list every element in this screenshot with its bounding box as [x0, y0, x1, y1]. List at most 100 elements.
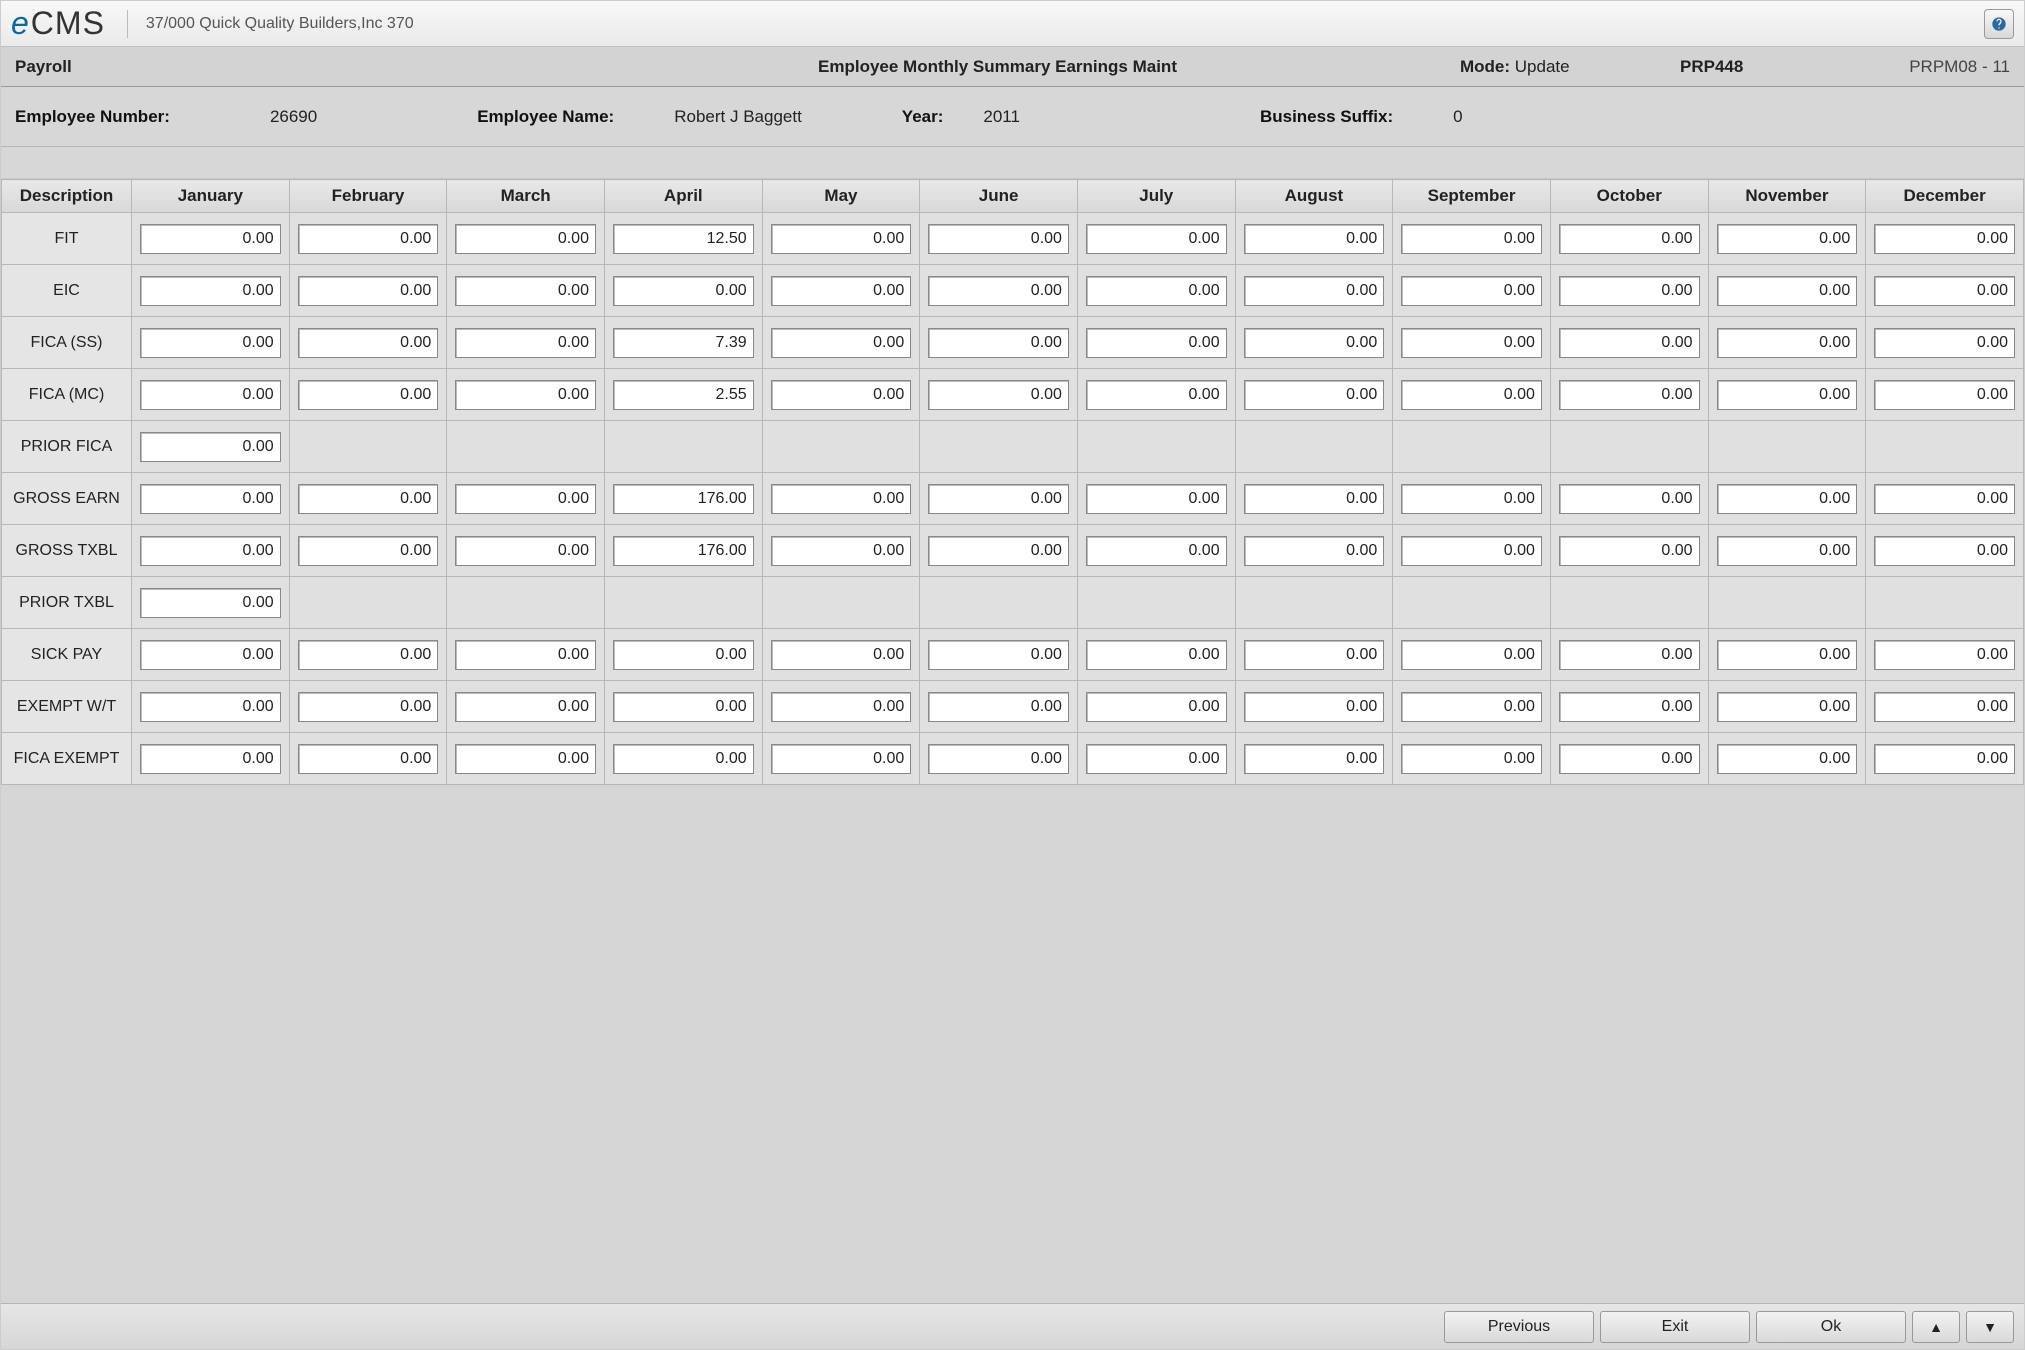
- amount-input[interactable]: [1401, 536, 1542, 566]
- amount-input[interactable]: [1559, 328, 1700, 358]
- amount-input[interactable]: [140, 744, 281, 774]
- amount-input[interactable]: [455, 484, 596, 514]
- scroll-up-button[interactable]: ▲: [1912, 1311, 1960, 1343]
- amount-input[interactable]: [1874, 744, 2015, 774]
- amount-input[interactable]: [613, 224, 754, 254]
- amount-input[interactable]: [455, 224, 596, 254]
- amount-input[interactable]: [928, 640, 1069, 670]
- amount-input[interactable]: [613, 744, 754, 774]
- amount-input[interactable]: [1717, 692, 1858, 722]
- amount-input[interactable]: [928, 484, 1069, 514]
- amount-input[interactable]: [1086, 536, 1227, 566]
- amount-input[interactable]: [771, 224, 912, 254]
- amount-input[interactable]: [1717, 640, 1858, 670]
- amount-input[interactable]: [1401, 328, 1542, 358]
- amount-input[interactable]: [1559, 276, 1700, 306]
- amount-input[interactable]: [1559, 484, 1700, 514]
- amount-input[interactable]: [1874, 692, 2015, 722]
- amount-input[interactable]: [771, 328, 912, 358]
- amount-input[interactable]: [771, 692, 912, 722]
- amount-input[interactable]: [1874, 328, 2015, 358]
- amount-input[interactable]: [298, 484, 439, 514]
- amount-input[interactable]: [1244, 484, 1385, 514]
- amount-input[interactable]: [1244, 640, 1385, 670]
- amount-input[interactable]: [298, 328, 439, 358]
- amount-input[interactable]: [1559, 692, 1700, 722]
- amount-input[interactable]: [1559, 536, 1700, 566]
- amount-input[interactable]: [771, 380, 912, 410]
- amount-input[interactable]: [1086, 224, 1227, 254]
- amount-input[interactable]: [1086, 484, 1227, 514]
- amount-input[interactable]: [1401, 744, 1542, 774]
- amount-input[interactable]: [455, 744, 596, 774]
- amount-input[interactable]: [1717, 484, 1858, 514]
- amount-input[interactable]: [1559, 380, 1700, 410]
- amount-input[interactable]: [771, 536, 912, 566]
- amount-input[interactable]: [1244, 380, 1385, 410]
- amount-input[interactable]: [1874, 224, 2015, 254]
- amount-input[interactable]: [1717, 328, 1858, 358]
- ok-button[interactable]: Ok: [1756, 1311, 1906, 1343]
- amount-input[interactable]: [1401, 640, 1542, 670]
- amount-input[interactable]: [1244, 328, 1385, 358]
- amount-input[interactable]: [1874, 640, 2015, 670]
- amount-input[interactable]: [1086, 692, 1227, 722]
- amount-input[interactable]: [1717, 536, 1858, 566]
- amount-input[interactable]: [928, 328, 1069, 358]
- amount-input[interactable]: [613, 640, 754, 670]
- amount-input[interactable]: [928, 536, 1069, 566]
- amount-input[interactable]: [140, 588, 281, 618]
- amount-input[interactable]: [1086, 328, 1227, 358]
- amount-input[interactable]: [140, 432, 281, 462]
- amount-input[interactable]: [1874, 536, 2015, 566]
- amount-input[interactable]: [1717, 744, 1858, 774]
- amount-input[interactable]: [771, 640, 912, 670]
- amount-input[interactable]: [140, 692, 281, 722]
- amount-input[interactable]: [1086, 640, 1227, 670]
- help-button[interactable]: [1984, 9, 2014, 39]
- amount-input[interactable]: [928, 276, 1069, 306]
- amount-input[interactable]: [1401, 380, 1542, 410]
- amount-input[interactable]: [613, 276, 754, 306]
- amount-input[interactable]: [140, 276, 281, 306]
- amount-input[interactable]: [1086, 380, 1227, 410]
- amount-input[interactable]: [1086, 276, 1227, 306]
- amount-input[interactable]: [1717, 224, 1858, 254]
- amount-input[interactable]: [298, 536, 439, 566]
- amount-input[interactable]: [1086, 744, 1227, 774]
- amount-input[interactable]: [1559, 224, 1700, 254]
- amount-input[interactable]: [140, 640, 281, 670]
- exit-button[interactable]: Exit: [1600, 1311, 1750, 1343]
- amount-input[interactable]: [140, 536, 281, 566]
- amount-input[interactable]: [298, 692, 439, 722]
- amount-input[interactable]: [1717, 380, 1858, 410]
- amount-input[interactable]: [1244, 692, 1385, 722]
- amount-input[interactable]: [613, 484, 754, 514]
- amount-input[interactable]: [771, 276, 912, 306]
- amount-input[interactable]: [1874, 276, 2015, 306]
- amount-input[interactable]: [140, 328, 281, 358]
- amount-input[interactable]: [140, 224, 281, 254]
- amount-input[interactable]: [455, 536, 596, 566]
- amount-input[interactable]: [771, 484, 912, 514]
- amount-input[interactable]: [928, 380, 1069, 410]
- previous-button[interactable]: Previous: [1444, 1311, 1594, 1343]
- amount-input[interactable]: [455, 692, 596, 722]
- amount-input[interactable]: [1244, 224, 1385, 254]
- amount-input[interactable]: [1401, 692, 1542, 722]
- amount-input[interactable]: [1401, 484, 1542, 514]
- amount-input[interactable]: [455, 276, 596, 306]
- amount-input[interactable]: [1559, 640, 1700, 670]
- amount-input[interactable]: [298, 744, 439, 774]
- amount-input[interactable]: [613, 536, 754, 566]
- amount-input[interactable]: [613, 692, 754, 722]
- amount-input[interactable]: [140, 484, 281, 514]
- amount-input[interactable]: [1717, 276, 1858, 306]
- amount-input[interactable]: [455, 380, 596, 410]
- amount-input[interactable]: [1874, 484, 2015, 514]
- amount-input[interactable]: [1244, 536, 1385, 566]
- amount-input[interactable]: [771, 744, 912, 774]
- amount-input[interactable]: [140, 380, 281, 410]
- scroll-down-button[interactable]: ▼: [1966, 1311, 2014, 1343]
- amount-input[interactable]: [928, 744, 1069, 774]
